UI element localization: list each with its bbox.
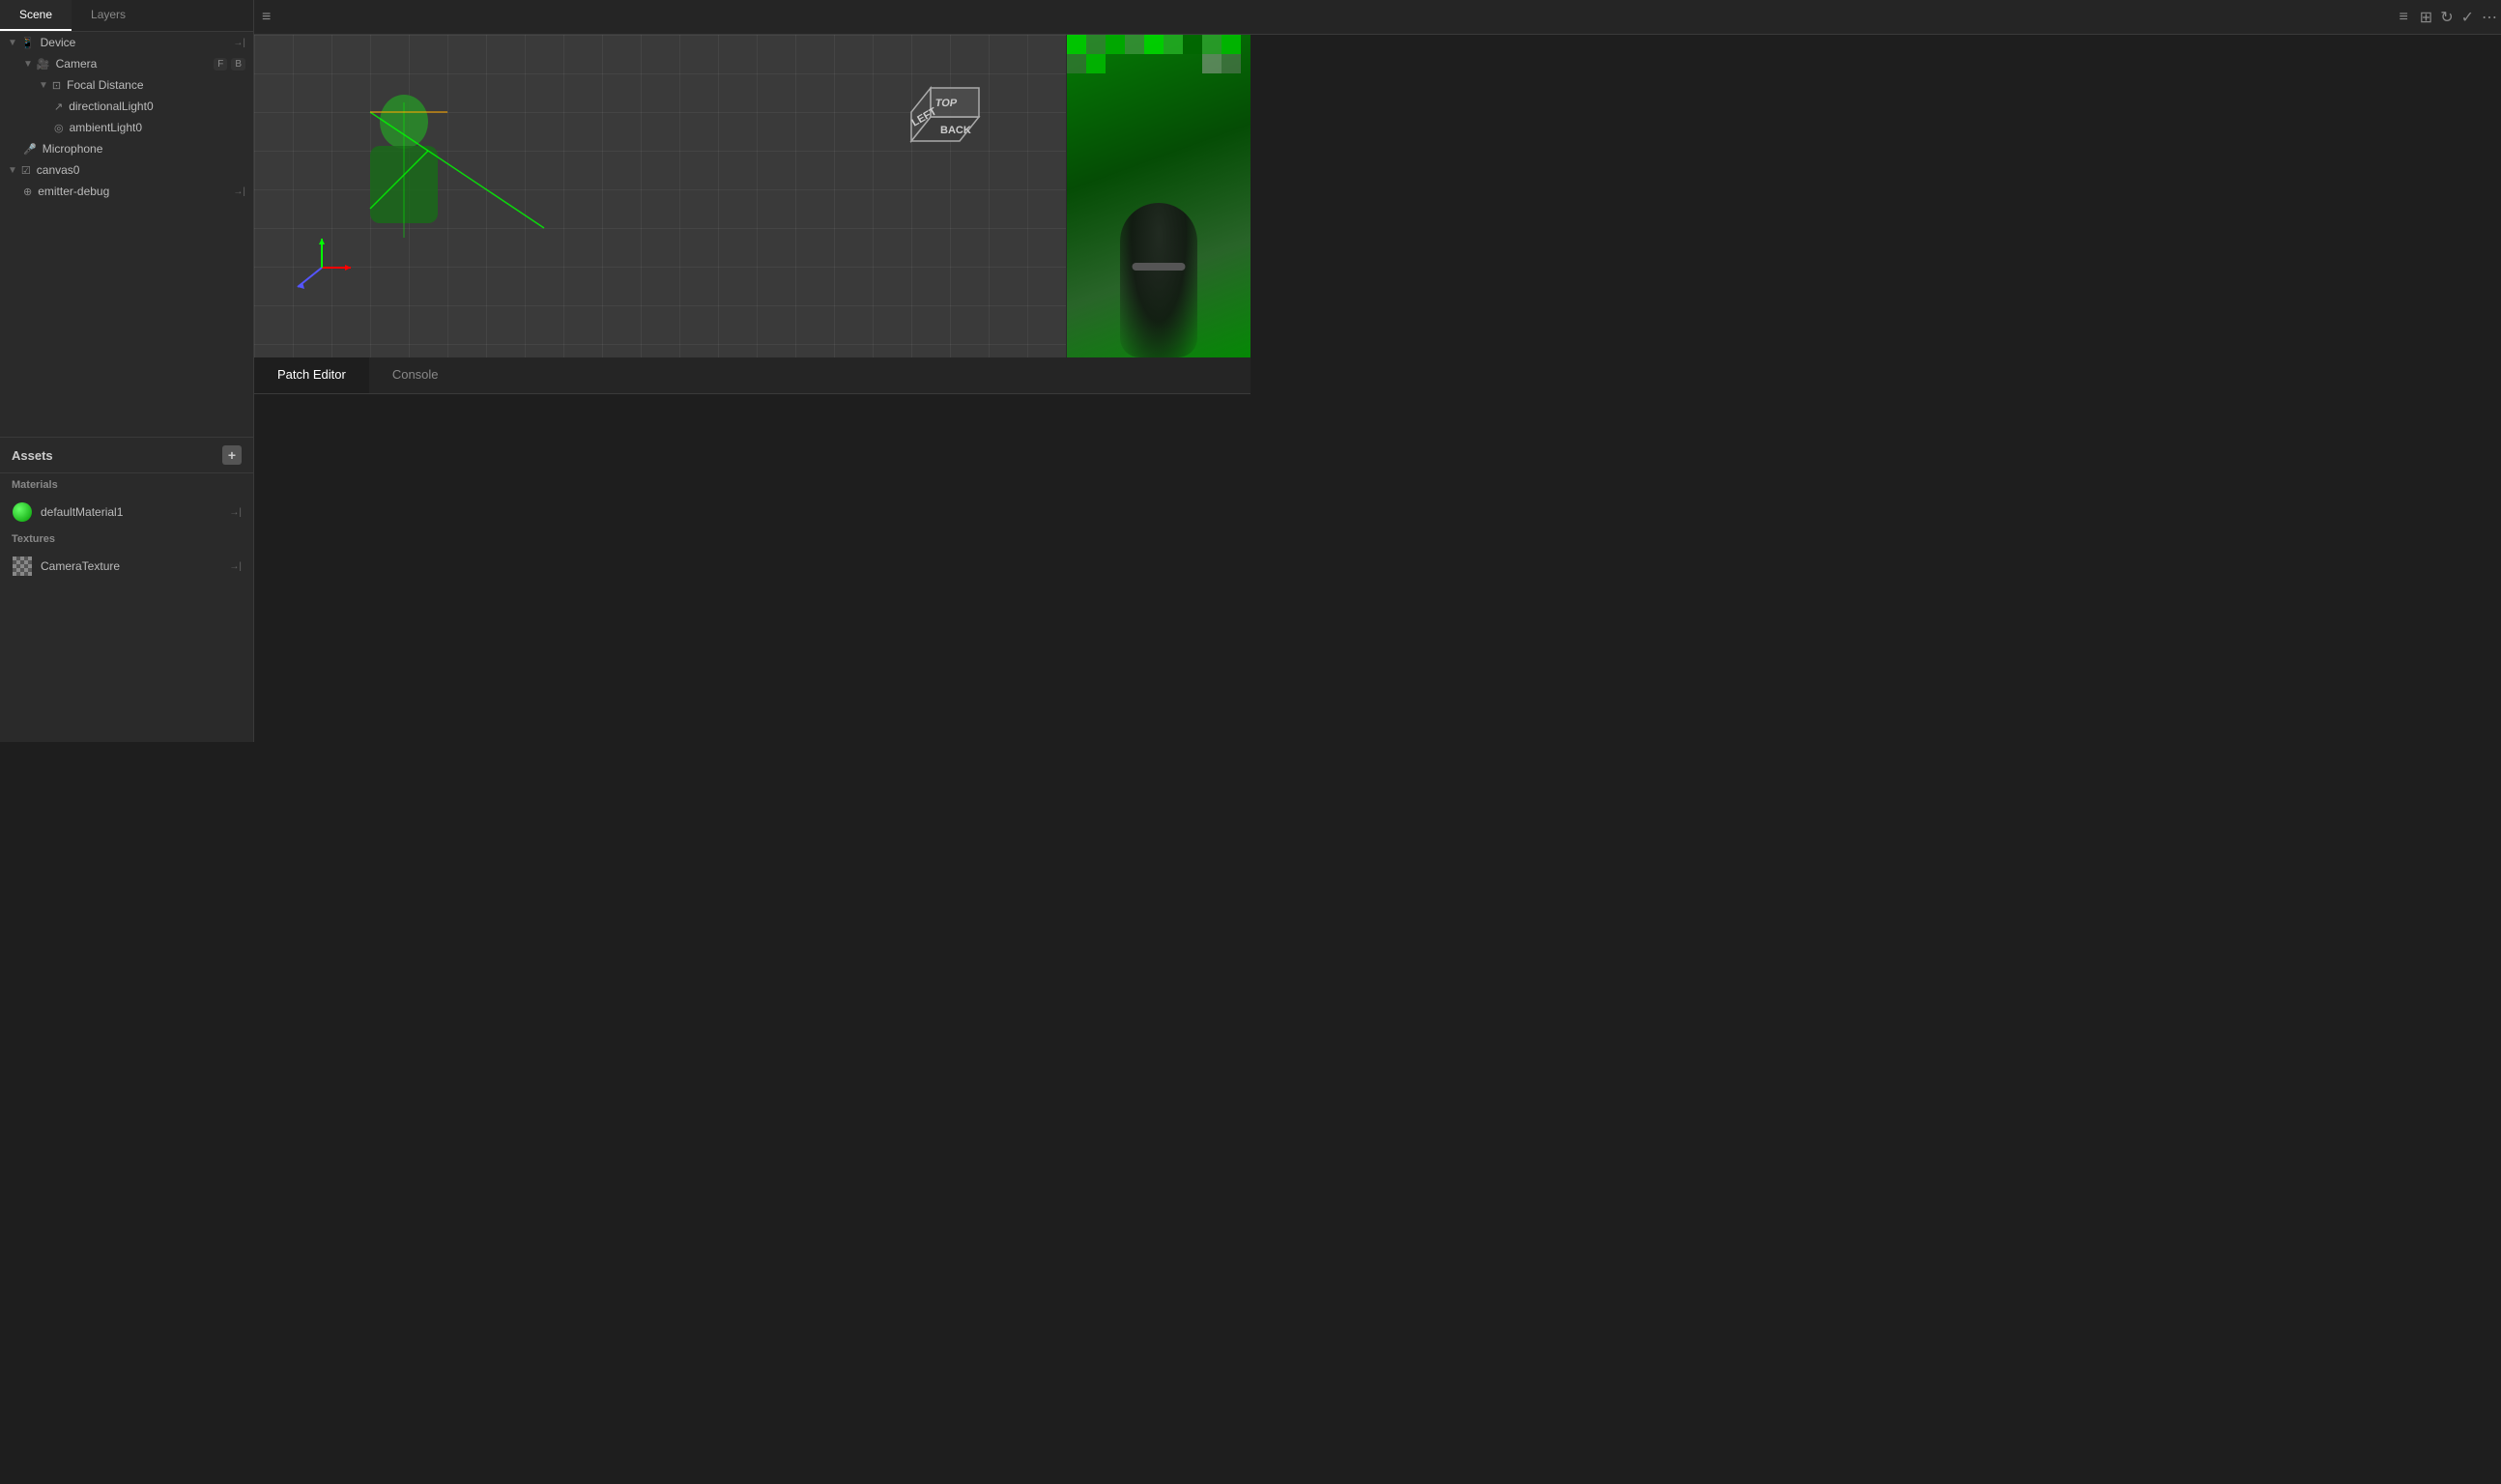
top-bar: ≡ ≡ ⊞ ↻ ✓ ⋯ [254,0,2501,35]
viewport-area: ≡ ≡ ⊞ ↻ ✓ ⋯ [254,0,1250,357]
app: Scene Layers ▼ 📱 Device →| ▼ 🎥 Camera F [0,0,1250,742]
assets-panel: Assets + Materials defaultMaterial1 →| T… [0,438,253,742]
tree-item-focal[interactable]: ▼ ⊡ Focal Distance [0,74,253,96]
tree-item-label: Focal Distance [67,78,245,92]
tab-console[interactable]: Console [369,357,462,393]
scene-tree: ▼ 📱 Device →| ▼ 🎥 Camera F B ▼ ⊡ F [0,32,253,438]
editor-tab-bar: Patch Editor Console [254,357,1250,394]
assets-header: Assets + [0,438,253,473]
person-silhouette [1120,203,1197,357]
add-asset-button[interactable]: + [222,445,242,465]
refresh-icon[interactable]: ↻ [2440,8,2453,27]
texture-preview [13,556,32,576]
textures-section-label: Textures [0,528,253,551]
tree-item-label: Microphone [43,142,245,156]
patch-editor-canvas[interactable]: Device Info X 750 Y 1334 Screen Size [254,394,1250,742]
svg-text:TOP: TOP [934,98,959,109]
arrow-icon: ▼ [23,59,33,70]
arrow-icon: ▼ [39,80,48,91]
wire-overlay [254,394,544,539]
asset-label: CameraTexture [41,559,229,573]
badge-f: F [214,58,227,71]
svg-text:BACK: BACK [940,125,971,136]
asset-label: defaultMaterial1 [41,505,229,519]
emitter-icon: ⊕ [23,186,32,198]
tree-item-label: emitter-debug [38,185,233,198]
asset-item-default-material[interactable]: defaultMaterial1 →| [0,497,253,528]
hamburger-right[interactable]: ≡ [2391,1,2415,34]
more-icon[interactable]: ⋯ [2482,8,2497,27]
materials-section-label: Materials [0,473,253,497]
tree-item-amblight[interactable]: ◎ ambientLight0 [0,117,253,138]
viewport-3d[interactable]: BACK LEFT TOP [254,35,1067,357]
tree-item-label: Camera [56,57,211,71]
tree-item-camera[interactable]: ▼ 🎥 Camera F B [0,53,253,74]
green-figure [351,93,457,238]
tree-item-label: canvas0 [37,163,245,177]
badge-b: B [231,58,245,71]
tab-patch-editor[interactable]: Patch Editor [254,357,369,393]
material-ball [13,502,32,522]
asset-item-camera-texture[interactable]: CameraTexture →| [0,551,253,582]
axes [283,229,360,309]
asset-link-icon: →| [229,561,242,572]
top-area: Scene Layers ▼ 📱 Device →| ▼ 🎥 Camera F [0,0,1250,742]
camera-feed [1067,35,1250,357]
material-icon [12,501,33,523]
device-icon: 📱 [21,37,35,49]
texture-icon [12,556,33,577]
view-cube[interactable]: BACK LEFT TOP [882,64,1008,183]
check-icon[interactable]: ✓ [2461,8,2474,27]
ambient-icon: ◎ [54,122,64,134]
arrow-icon: ▼ [8,165,17,176]
tree-item-dirlight[interactable]: ↗ directionalLight0 [0,96,253,117]
hamburger-left[interactable]: ≡ [254,1,278,34]
tab-layers[interactable]: Layers [72,0,145,31]
assets-title: Assets [12,448,53,463]
main-content: ≡ ≡ ⊞ ↻ ✓ ⋯ [254,0,1250,742]
tree-item-device[interactable]: ▼ 📱 Device →| [0,32,253,53]
tree-item-microphone[interactable]: 🎤 Microphone [0,138,253,159]
tree-item-label: ambientLight0 [70,121,245,134]
arrow-icon: ▼ [8,38,17,48]
tree-item-emitter[interactable]: ⊕ emitter-debug →| [0,181,253,202]
focal-icon: ⊡ [52,79,61,92]
link-icon: →| [233,186,245,197]
grid-icon[interactable]: ⊞ [2420,8,2432,27]
light-icon: ↗ [54,100,63,113]
tab-scene[interactable]: Scene [0,0,72,31]
tree-item-label: Device [41,36,234,49]
tree-item-label: directionalLight0 [69,100,245,113]
glasses [1133,263,1186,271]
microphone-icon: 🎤 [23,143,37,156]
tree-item-canvas[interactable]: ▼ ☑ canvas0 [0,159,253,181]
left-panel: Scene Layers ▼ 📱 Device →| ▼ 🎥 Camera F [0,0,254,742]
link-icon: →| [233,38,245,48]
camera-preview [1067,35,1250,357]
canvas-icon: ☑ [21,164,31,177]
scene-tab-bar: Scene Layers [0,0,253,32]
camera-icon: 🎥 [37,58,50,71]
asset-link-icon: →| [229,507,242,518]
